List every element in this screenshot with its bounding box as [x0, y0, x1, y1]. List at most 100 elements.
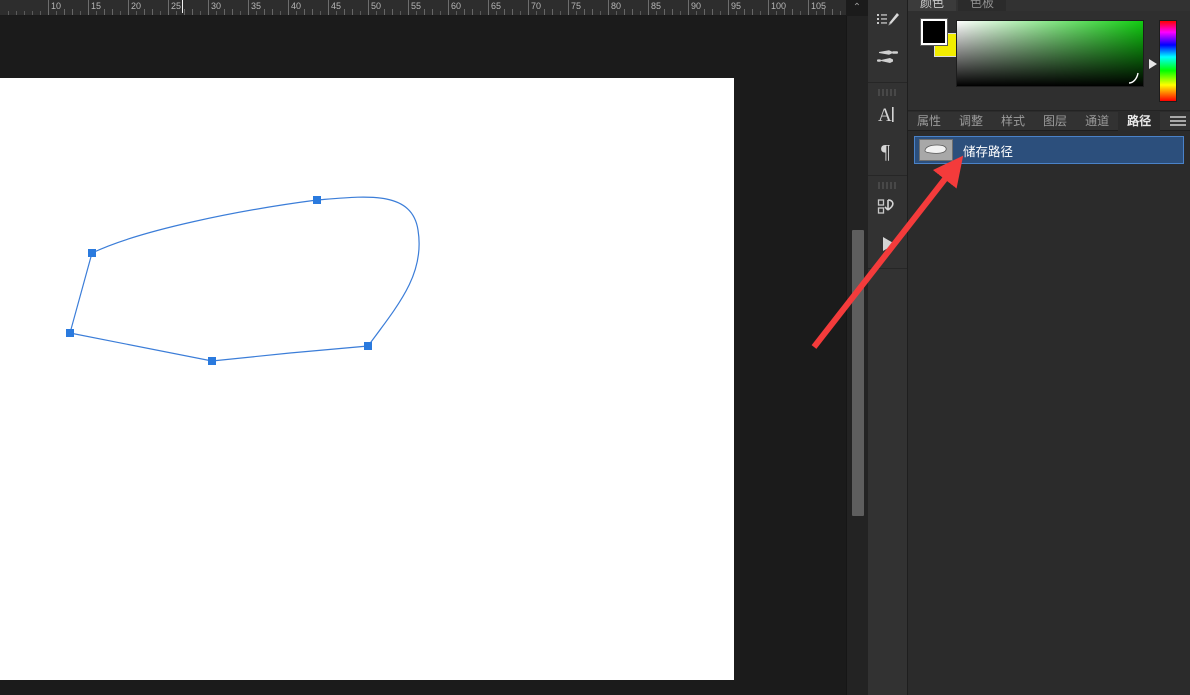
ruler-minor-tick	[704, 9, 705, 15]
path-anchor-point[interactable]	[208, 357, 216, 365]
ruler-minor-tick	[472, 9, 473, 15]
vector-path-shape[interactable]	[69, 196, 420, 362]
ruler-minor-tick	[280, 11, 281, 15]
ruler-minor-tick	[72, 9, 73, 15]
ruler-minor-tick	[144, 9, 145, 15]
ruler-tick	[168, 0, 169, 15]
ruler-minor-tick	[296, 11, 297, 15]
ruler-tick	[568, 0, 569, 15]
ruler-scroll-up-icon[interactable]: ⌃	[848, 1, 866, 15]
ruler-label: 50	[371, 1, 382, 11]
tab-swatches[interactable]: 色板	[958, 0, 1007, 11]
ruler-minor-tick	[680, 11, 681, 15]
history-icon[interactable]	[868, 190, 908, 226]
ruler-minor-tick	[160, 11, 161, 15]
ruler-label: 20	[131, 1, 142, 11]
ruler-minor-tick	[544, 9, 545, 15]
saturation-value-field[interactable]	[956, 20, 1144, 87]
hamburger-menu-icon[interactable]	[1170, 116, 1186, 128]
ruler-label: 25	[171, 1, 182, 11]
ruler-minor-tick	[784, 9, 785, 15]
path-anchor-point[interactable]	[66, 329, 74, 337]
ruler-minor-tick	[424, 9, 425, 15]
ruler-minor-tick	[616, 11, 617, 15]
ruler-minor-tick	[56, 11, 57, 15]
ruler-label: 70	[531, 1, 542, 11]
ruler-minor-tick	[344, 9, 345, 15]
ruler-minor-tick	[40, 11, 41, 15]
path-anchor-point[interactable]	[313, 196, 321, 204]
ruler-minor-tick	[136, 11, 137, 15]
ruler-tick	[88, 0, 89, 15]
dock-grip[interactable]	[877, 89, 898, 96]
ruler-minor-tick	[464, 9, 465, 15]
ruler-label: 95	[731, 1, 742, 11]
ruler-minor-tick	[216, 11, 217, 15]
ruler-minor-tick	[776, 11, 777, 15]
ruler-label: 90	[691, 1, 702, 11]
tab-layers[interactable]: 图层	[1034, 112, 1076, 131]
hue-strip[interactable]	[1159, 20, 1177, 102]
path-anchor-point[interactable]	[88, 249, 96, 257]
color-panel	[908, 11, 1190, 111]
actions-play-icon[interactable]	[868, 226, 908, 262]
ruler-minor-tick	[32, 11, 33, 15]
svg-text:A: A	[878, 105, 892, 126]
ruler-minor-tick	[432, 9, 433, 15]
character-icon[interactable]: A	[868, 97, 908, 133]
ruler-tick	[288, 0, 289, 15]
ruler-cursor-marker	[182, 0, 183, 13]
ruler-minor-tick	[304, 9, 305, 15]
tab-paths[interactable]: 路径	[1118, 111, 1161, 131]
ruler-minor-tick	[792, 9, 793, 15]
ruler-minor-tick	[576, 11, 577, 15]
ruler-minor-tick	[824, 9, 825, 15]
canvas-page[interactable]	[0, 78, 734, 680]
path-anchor-points[interactable]	[66, 196, 372, 365]
ruler-minor-tick	[664, 9, 665, 15]
ruler-minor-tick	[16, 11, 17, 15]
dock-group-actions	[868, 176, 907, 269]
ruler-minor-tick	[536, 11, 537, 15]
sv-picker-marker	[1128, 72, 1140, 84]
ruler-minor-tick	[120, 11, 121, 15]
ruler-minor-tick	[312, 9, 313, 15]
ruler-minor-tick	[224, 9, 225, 15]
vertical-scrollbar-track[interactable]	[846, 16, 868, 695]
ruler-minor-tick	[192, 9, 193, 15]
ruler-tick	[208, 0, 209, 15]
dock-grip[interactable]	[877, 182, 898, 189]
tab-adjustments[interactable]: 调整	[950, 112, 992, 131]
vertical-scrollbar-thumb[interactable]	[852, 230, 864, 516]
brush-settings-icon[interactable]	[868, 40, 908, 76]
ruler-tick	[128, 0, 129, 15]
panel-tabbar: 属性 调整 样式 图层 通道 路径	[908, 111, 1190, 131]
foreground-color-swatch[interactable]	[920, 18, 948, 46]
ruler-minor-tick	[272, 9, 273, 15]
ruler-minor-tick	[24, 11, 25, 15]
tab-properties[interactable]: 属性	[908, 112, 950, 131]
tab-channels[interactable]: 通道	[1076, 112, 1118, 131]
brush-presets-icon[interactable]	[868, 4, 908, 40]
ruler-minor-tick	[560, 11, 561, 15]
ruler-minor-tick	[736, 11, 737, 15]
tab-color[interactable]: 颜色	[908, 0, 957, 11]
path-anchor-point[interactable]	[364, 342, 372, 350]
ruler-tick	[608, 0, 609, 15]
ruler-minor-tick	[752, 9, 753, 15]
ruler-minor-tick	[96, 11, 97, 15]
vector-path-overlay[interactable]	[0, 78, 734, 680]
ruler-minor-tick	[832, 9, 833, 15]
paragraph-icon[interactable]: ¶	[868, 133, 908, 169]
ruler-minor-tick	[552, 9, 553, 15]
dock-group-type: A ¶	[868, 83, 907, 176]
ruler-minor-tick	[480, 11, 481, 15]
ruler-minor-tick	[384, 9, 385, 15]
ruler-minor-tick	[64, 9, 65, 15]
ruler-minor-tick	[600, 11, 601, 15]
horizontal-ruler[interactable]: 10 15 20 25 30 35 40 45 50 55 60 65 70 75 80 85 90 95 100 1…	[0, 0, 846, 16]
photo-editor-window: 10 15 20 25 30 35 40 45 50 55 60 65 70 75 80 85 90 95 100 1…	[0, 0, 1190, 695]
ruler-minor-tick	[440, 11, 441, 15]
path-row-saved[interactable]: 储存路径	[914, 136, 1184, 164]
tab-styles[interactable]: 样式	[992, 112, 1034, 131]
